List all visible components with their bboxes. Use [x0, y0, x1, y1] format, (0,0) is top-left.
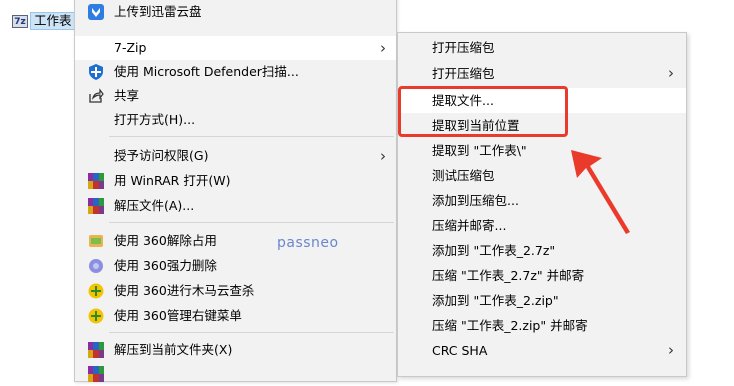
submenu-item-open-archive[interactable]: 打开压缩包 — [398, 35, 686, 60]
watermark-text: passneo — [277, 235, 339, 251]
submenu-item-add-to-zip[interactable]: 添加到 "工作表_2.zip" — [398, 288, 686, 313]
menu-item-label: 使用 360解除占用 — [114, 233, 217, 248]
submenu-item-extract-to-folder[interactable]: 提取到 "工作表\" — [398, 138, 686, 163]
menu-item-label: 打开方式(H)... — [114, 112, 196, 127]
menu-separator — [109, 332, 394, 333]
submenu-item-add-to-7z[interactable]: 添加到 "工作表_2.7z" — [398, 238, 686, 263]
desktop-file-item[interactable]: 7z 工作表 — [12, 12, 76, 30]
menu-item-360-menu-manage[interactable]: 使用 360管理右键菜单 — [75, 304, 396, 328]
menu-separator — [109, 136, 394, 137]
360-menu-icon — [88, 308, 104, 324]
submenu-item-crc-sha[interactable]: CRC SHA › — [398, 338, 686, 363]
submenu-item-label: 打开压缩包 — [432, 40, 495, 55]
menu-item-extract-files[interactable]: 解压文件(A)... — [75, 194, 396, 218]
menu-item-label: 上传到迅雷云盘 — [114, 4, 202, 19]
submenu-item-compress-7z-email[interactable]: 压缩 "工作表_2.7z" 并邮寄 — [398, 263, 686, 288]
360-scan-icon — [88, 283, 104, 299]
menu-item-open-with[interactable]: 打开方式(H)... — [75, 108, 396, 132]
menu-separator — [109, 222, 394, 223]
chevron-right-icon: › — [668, 341, 674, 359]
submenu-item-label: 压缩并邮寄... — [432, 218, 507, 233]
submenu-item-test-archive[interactable]: 测试压缩包 — [398, 163, 686, 188]
submenu-item-label: 压缩 "工作表_2.7z" 并邮寄 — [432, 268, 585, 283]
winrar-icon — [88, 198, 104, 214]
menu-item-label: 授予访问权限(G) — [114, 148, 209, 163]
menu-item-label: 解压文件(A)... — [114, 198, 195, 213]
menu-item-winrar-open[interactable]: 用 WinRAR 打开(W) — [75, 169, 396, 193]
submenu-item-add-to-archive[interactable]: 添加到压缩包... — [398, 188, 686, 213]
menu-item-label: 共享 — [114, 88, 140, 103]
menu-item-defender-scan[interactable]: 使用 Microsoft Defender扫描... — [75, 60, 396, 84]
360-unlock-icon — [88, 233, 104, 249]
menu-item-360-scan[interactable]: 使用 360进行木马云查杀 — [75, 279, 396, 303]
context-menu: 上传到迅雷云盘 7-Zip › 使用 Microsoft Defender扫描.… — [74, 0, 397, 382]
defender-shield-icon — [88, 64, 104, 80]
submenu-item-label: 压缩 "工作表_2.zip" 并邮寄 — [432, 318, 588, 333]
file-name-label: 工作表 — [30, 12, 76, 30]
chevron-right-icon: › — [668, 64, 674, 82]
annotation-highlight-box — [398, 86, 568, 137]
submenu-item-compress-email[interactable]: 压缩并邮寄... — [398, 213, 686, 238]
menu-item-share[interactable]: 共享 — [75, 84, 396, 108]
submenu-item-label: 添加到 "工作表_2.7z" — [432, 243, 556, 258]
menu-item-label: 使用 360进行木马云查杀 — [114, 283, 255, 298]
menu-item-360-delete[interactable]: 使用 360强力删除 — [75, 254, 396, 278]
thunder-cloud-icon — [88, 4, 104, 20]
winrar-icon — [88, 342, 104, 358]
submenu-item-label: 添加到 "工作表_2.zip" — [432, 293, 559, 308]
winrar-icon — [88, 366, 104, 382]
7z-archive-icon: 7z — [12, 14, 28, 28]
submenu-item-label: CRC SHA — [432, 343, 488, 358]
menu-item-label: 使用 360管理右键菜单 — [114, 308, 242, 323]
submenu-item-label: 打开压缩包 — [432, 66, 495, 81]
menu-item-partial-bottom[interactable] — [75, 362, 396, 386]
winrar-icon — [88, 173, 104, 189]
7zip-submenu: 打开压缩包 打开压缩包 › 提取文件... 提取到当前位置 提取到 "工作表\"… — [397, 32, 687, 377]
menu-item-7zip[interactable]: 7-Zip › — [75, 36, 396, 60]
menu-item-label: 用 WinRAR 打开(W) — [114, 173, 231, 188]
submenu-item-label: 提取到 "工作表\" — [432, 143, 527, 158]
chevron-right-icon: › — [380, 147, 386, 165]
submenu-item-label: 测试压缩包 — [432, 168, 495, 183]
menu-item-label: 使用 Microsoft Defender扫描... — [114, 64, 299, 79]
chevron-right-icon: › — [380, 39, 386, 57]
360-delete-icon — [88, 258, 104, 274]
menu-item-extract-here[interactable]: 解压到当前文件夹(X) — [75, 338, 396, 362]
submenu-item-open-archive-more[interactable]: 打开压缩包 › — [398, 61, 686, 86]
menu-item-360-unlock[interactable]: 使用 360解除占用 — [75, 229, 396, 253]
share-icon — [88, 88, 104, 104]
menu-item-thunder-upload[interactable]: 上传到迅雷云盘 — [75, 0, 396, 24]
menu-item-label: 7-Zip — [114, 40, 147, 55]
menu-item-label: 使用 360强力删除 — [114, 258, 217, 273]
menu-item-grant-access[interactable]: 授予访问权限(G) › — [75, 144, 396, 168]
submenu-item-label: 添加到压缩包... — [432, 193, 519, 208]
menu-item-label: 解压到当前文件夹(X) — [114, 342, 233, 357]
submenu-item-compress-zip-email[interactable]: 压缩 "工作表_2.zip" 并邮寄 — [398, 313, 686, 338]
